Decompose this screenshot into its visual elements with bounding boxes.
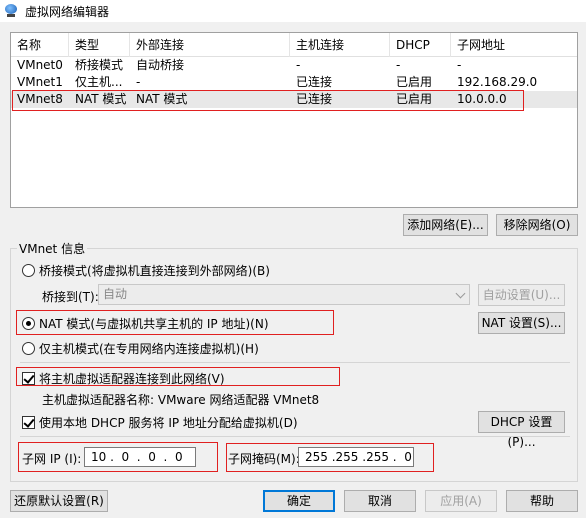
bridge-mode-radio[interactable] [22, 264, 35, 277]
nat-mode-radio[interactable] [22, 317, 35, 330]
subnet-mask-label: 子网掩码(M): [228, 452, 300, 466]
column-header-external[interactable]: 外部连接 [130, 33, 290, 57]
table-cell: VMnet8 [17, 92, 63, 106]
table-cell: VMnet0 [17, 58, 63, 72]
restore-defaults-button[interactable]: 还原默认设置(R) [10, 490, 108, 512]
bridge-to-label: 桥接到(T): [42, 290, 99, 304]
chevron-down-icon [455, 288, 466, 299]
network-globe-icon [4, 4, 18, 18]
table-cell: - [396, 58, 401, 72]
network-list[interactable]: 名称 类型 外部连接 主机连接 DHCP 子网地址 VMnet0 桥接模式 自动… [10, 32, 578, 208]
bridge-mode-option[interactable]: 桥接模式(将虚拟机直接连接到外部网络)(B) [22, 262, 270, 279]
table-row[interactable]: VMnet1 仅主机... - 已连接 已启用 192.168.29.0 [11, 74, 577, 91]
subnet-ip-label: 子网 IP (I): [22, 452, 82, 466]
subnet-mask-input[interactable]: 255 .255 .255 . 0 [298, 447, 414, 467]
vmnet-info-label: VMnet 信息 [17, 240, 88, 257]
nat-settings-button[interactable]: NAT 设置(S)... [478, 312, 565, 334]
nat-mode-label: NAT 模式(与虚拟机共享主机的 IP 地址)(N) [39, 317, 269, 331]
table-cell: 已启用 [396, 92, 433, 106]
table-cell: NAT 模式 [75, 92, 127, 106]
bridge-to-select[interactable]: 自动 [98, 284, 470, 305]
host-only-radio[interactable] [22, 342, 35, 355]
connect-adapter-checkbox[interactable] [22, 372, 35, 385]
auto-settings-button[interactable]: 自动设置(U)... [478, 284, 565, 306]
table-cell: 已连接 [296, 75, 333, 89]
table-cell: 自动桥接 [136, 58, 185, 72]
remove-network-button[interactable]: 移除网络(O) [496, 214, 578, 236]
connect-adapter-option[interactable]: 将主机虚拟适配器连接到此网络(V) [22, 370, 225, 387]
divider [20, 436, 570, 437]
table-cell: VMnet1 [17, 75, 63, 89]
help-button[interactable]: 帮助 [506, 490, 578, 512]
dhcp-settings-button[interactable]: DHCP 设置(P)... [478, 411, 565, 449]
column-header-host[interactable]: 主机连接 [290, 33, 390, 57]
use-dhcp-checkbox[interactable] [22, 416, 35, 429]
window-title: 虚拟网络编辑器 [25, 4, 110, 19]
use-dhcp-label: 使用本地 DHCP 服务将 IP 地址分配给虚拟机(D) [39, 416, 298, 430]
host-only-label: 仅主机模式(在专用网络内连接虚拟机)(H) [39, 342, 259, 356]
column-header-name[interactable]: 名称 [11, 33, 69, 57]
table-row[interactable]: VMnet0 桥接模式 自动桥接 - - - [11, 57, 577, 74]
subnet-ip-input[interactable]: 10 . 0 . 0 . 0 [84, 447, 196, 467]
cancel-button[interactable]: 取消 [344, 490, 416, 512]
column-header-dhcp[interactable]: DHCP [390, 33, 451, 57]
table-cell: - [457, 58, 462, 72]
table-cell: 已启用 [396, 75, 433, 89]
table-cell: 10.0.0.0 [457, 92, 507, 106]
list-header: 名称 类型 外部连接 主机连接 DHCP 子网地址 [11, 33, 577, 57]
add-network-button[interactable]: 添加网络(E)... [403, 214, 488, 236]
table-cell: 桥接模式 [75, 58, 124, 72]
bridge-mode-label: 桥接模式(将虚拟机直接连接到外部网络)(B) [39, 264, 270, 278]
table-row-selected[interactable]: VMnet8 NAT 模式 NAT 模式 已连接 已启用 10.0.0.0 [11, 91, 577, 108]
connect-adapter-label: 将主机虚拟适配器连接到此网络(V) [39, 372, 225, 386]
column-header-type[interactable]: 类型 [69, 33, 130, 57]
title-bar: 虚拟网络编辑器 [0, 0, 586, 22]
table-cell: - [136, 75, 141, 89]
use-dhcp-option[interactable]: 使用本地 DHCP 服务将 IP 地址分配给虚拟机(D) [22, 414, 298, 431]
host-only-option[interactable]: 仅主机模式(在专用网络内连接虚拟机)(H) [22, 340, 259, 357]
adapter-name-text: 主机虚拟适配器名称: VMware 网络适配器 VMnet8 [42, 393, 320, 407]
apply-button[interactable]: 应用(A) [425, 490, 497, 512]
table-cell: 仅主机... [75, 75, 123, 89]
table-cell: - [296, 58, 301, 72]
table-cell: 已连接 [296, 92, 333, 106]
nat-mode-option[interactable]: NAT 模式(与虚拟机共享主机的 IP 地址)(N) [22, 315, 269, 332]
table-cell: 192.168.29.0 [457, 75, 538, 89]
ok-button[interactable]: 确定 [263, 490, 335, 512]
table-cell: NAT 模式 [136, 92, 188, 106]
bridge-to-value: 自动 [103, 287, 128, 301]
column-header-subnet[interactable]: 子网地址 [451, 33, 551, 57]
divider [20, 362, 570, 363]
